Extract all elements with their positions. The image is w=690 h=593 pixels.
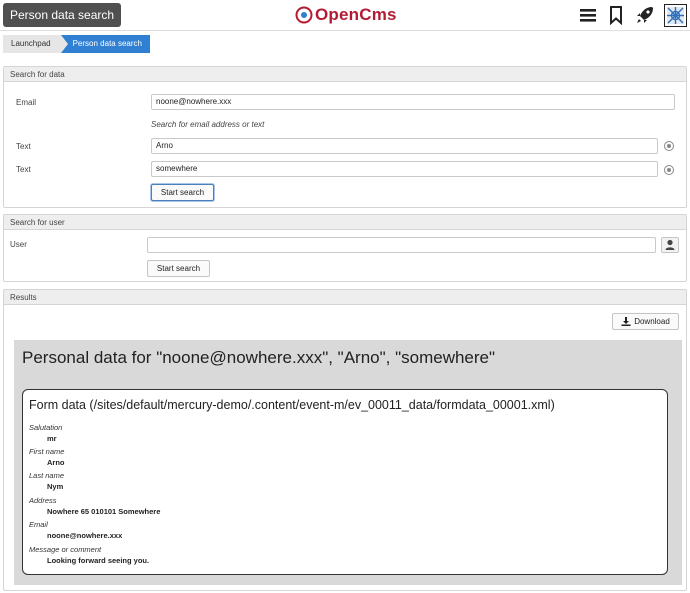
field-label: Address xyxy=(29,496,57,505)
download-icon xyxy=(621,317,631,326)
bookmark-icon[interactable] xyxy=(605,4,627,26)
field-last-name: Last name Nym xyxy=(29,471,64,493)
search-user-panel: Search for user User Start search xyxy=(3,214,687,282)
email-input[interactable]: noone@nowhere.xxx xyxy=(151,94,675,110)
field-salutation: Salutation mr xyxy=(29,423,62,445)
field-address: Address Nowhere 65 010101 Somewhere xyxy=(29,496,160,518)
field-first-name: First name Arno xyxy=(29,447,65,469)
logo-text: OpenCms xyxy=(315,5,397,24)
results-panel: Results Download Personal data for "noon… xyxy=(3,289,687,591)
top-bar: Person data search OpenCms xyxy=(0,0,690,31)
field-label: Message or comment xyxy=(29,545,102,554)
person-icon xyxy=(665,239,675,250)
start-search-button[interactable]: Start search xyxy=(151,184,214,201)
text-input-2[interactable]: somewhere xyxy=(151,161,658,177)
app-title: Person data search xyxy=(3,3,122,27)
report-area: Personal data for "noone@nowhere.xxx", "… xyxy=(14,340,682,585)
field-email: Email noone@nowhere.xxx xyxy=(29,520,122,542)
field-label: Salutation xyxy=(29,423,63,432)
remove-text-2-icon[interactable] xyxy=(664,165,674,175)
form-title: Form data (/sites/default/mercury-demo/.… xyxy=(29,398,555,412)
text-label: Text xyxy=(16,165,31,174)
search-data-panel: Search for data Email noone@nowhere.xxx … xyxy=(3,66,687,208)
field-value: Looking forward seeing you. xyxy=(47,556,150,565)
report-title: Personal data for "noone@nowhere.xxx", "… xyxy=(22,348,496,367)
field-value: Nym xyxy=(47,482,64,491)
field-value: noone@nowhere.xxx xyxy=(47,531,123,540)
field-message: Message or comment Looking forward seein… xyxy=(29,545,149,567)
select-user-button[interactable] xyxy=(661,237,679,253)
field-label: First name xyxy=(29,447,65,456)
user-input[interactable] xyxy=(147,237,656,253)
opencms-logo-icon xyxy=(295,6,313,24)
panel-title: Search for data xyxy=(4,67,686,82)
field-value: Nowhere 65 010101 Somewhere xyxy=(47,507,161,516)
panel-title: Search for user xyxy=(4,215,686,230)
field-label: Last name xyxy=(29,471,65,480)
user-avatar-icon[interactable] xyxy=(664,4,687,27)
breadcrumb-launchpad[interactable]: Launchpad xyxy=(3,35,68,53)
rocket-icon[interactable] xyxy=(634,4,656,26)
breadcrumb: Launchpad Person data search xyxy=(3,35,150,53)
download-button[interactable]: Download xyxy=(612,313,679,330)
download-label: Download xyxy=(634,317,670,326)
field-value: Arno xyxy=(47,458,65,467)
field-label: Email xyxy=(29,520,48,529)
panel-title: Results xyxy=(4,290,686,305)
text-label: Text xyxy=(16,142,31,151)
form-data-box: Form data (/sites/default/mercury-demo/.… xyxy=(22,389,668,575)
start-search-user-button[interactable]: Start search xyxy=(147,260,210,277)
search-hint: Search for email address or text xyxy=(151,120,265,129)
field-value: mr xyxy=(47,434,57,443)
opencms-logo: OpenCms xyxy=(295,5,397,25)
breadcrumb-current: Person data search xyxy=(60,35,150,53)
menu-icon[interactable] xyxy=(577,4,599,26)
text-input-1[interactable]: Arno xyxy=(151,138,658,154)
remove-text-1-icon[interactable] xyxy=(664,141,674,151)
user-label: User xyxy=(10,240,27,249)
email-label: Email xyxy=(16,98,37,107)
